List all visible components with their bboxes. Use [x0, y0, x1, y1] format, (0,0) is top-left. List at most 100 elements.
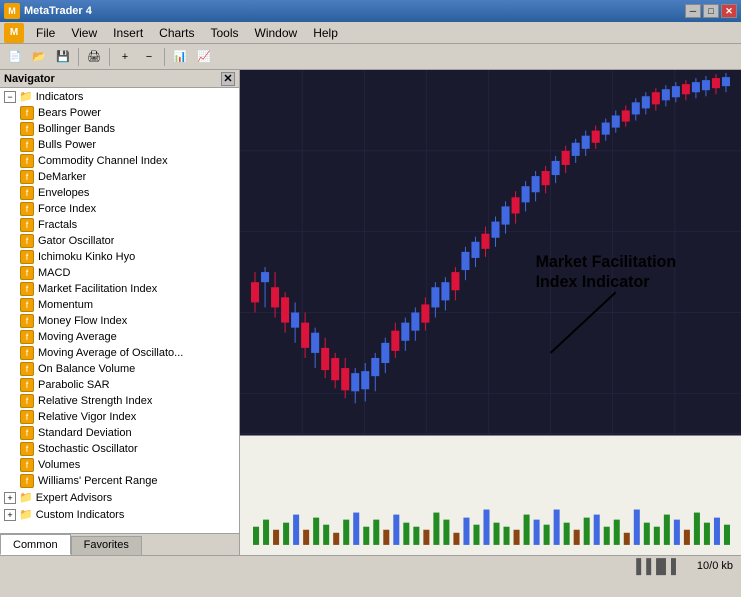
chart-svg: Market Facilitation Index Indicator — [240, 70, 741, 555]
app-logo: M — [4, 23, 24, 43]
nav-item-wpr[interactable]: f Williams' Percent Range — [0, 473, 239, 489]
nav-item-volumes[interactable]: f Volumes — [0, 457, 239, 473]
item-label-sar: Parabolic SAR — [38, 379, 110, 391]
ci-expand-icon[interactable]: + — [4, 509, 16, 521]
toolbar-zoom-in[interactable]: + — [114, 46, 136, 68]
custom-indicators-header[interactable]: + 📁 Custom Indicators — [0, 506, 239, 523]
tab-common[interactable]: Common — [0, 534, 71, 555]
nav-item-ichimoku[interactable]: f Ichimoku Kinko Hyo — [0, 249, 239, 265]
item-label-force-index: Force Index — [38, 203, 96, 215]
item-label-rvi: Relative Vigor Index — [38, 411, 136, 423]
menu-tools[interactable]: Tools — [203, 24, 247, 42]
nav-item-obv[interactable]: f On Balance Volume — [0, 361, 239, 377]
nav-item-gator[interactable]: f Gator Oscillator — [0, 233, 239, 249]
indicator-icon: f — [20, 298, 34, 312]
nav-item-rvi[interactable]: f Relative Vigor Index — [0, 409, 239, 425]
ci-folder-icon: 📁 — [19, 508, 33, 521]
nav-item-maos[interactable]: f Moving Average of Oscillato... — [0, 345, 239, 361]
toolbar-chart-bar[interactable]: 📊 — [169, 46, 191, 68]
indicator-icon: f — [20, 154, 34, 168]
toolbar-line[interactable]: 📈 — [193, 46, 215, 68]
menu-insert[interactable]: Insert — [105, 24, 151, 42]
close-button[interactable]: ✕ — [721, 4, 737, 18]
svg-text:Market Facilitation: Market Facilitation — [536, 253, 677, 271]
item-label-momentum: Momentum — [38, 299, 93, 311]
title-controls: ─ □ ✕ — [685, 4, 737, 18]
ea-expand-icon[interactable]: + — [4, 492, 16, 504]
nav-item-bears-power[interactable]: f Bears Power — [0, 105, 239, 121]
toolbar-print[interactable]: 🖨 — [83, 46, 105, 68]
item-label-cci: Commodity Channel Index — [38, 155, 168, 167]
toolbar-separator-3 — [164, 48, 165, 66]
toolbar-separator-1 — [78, 48, 79, 66]
indicators-section: − 📁 Indicators f Bears Power f Bollinger… — [0, 88, 239, 489]
menu-help[interactable]: Help — [305, 24, 346, 42]
nav-item-mfi[interactable]: f Market Facilitation Index — [0, 281, 239, 297]
indicator-icon: f — [20, 282, 34, 296]
item-label-bollinger-bands: Bollinger Bands — [38, 123, 115, 135]
expert-advisors-header[interactable]: + 📁 Expert Advisors — [0, 489, 239, 506]
nav-item-sar[interactable]: f Parabolic SAR — [0, 377, 239, 393]
item-label-ma: Moving Average — [38, 331, 117, 343]
tab-common-label: Common — [13, 539, 58, 551]
item-label-gator: Gator Oscillator — [38, 235, 114, 247]
navigator-header: Navigator ✕ — [0, 70, 239, 88]
tab-favorites[interactable]: Favorites — [71, 536, 142, 555]
nav-tree: − 📁 Indicators f Bears Power f Bollinger… — [0, 88, 239, 533]
menu-view[interactable]: View — [63, 24, 105, 42]
indicator-icon: f — [20, 426, 34, 440]
item-label-maos: Moving Average of Oscillato... — [38, 347, 183, 359]
menu-window[interactable]: Window — [247, 24, 306, 42]
indicator-icon: f — [20, 186, 34, 200]
indicator-icon: f — [20, 122, 34, 136]
item-label-stochastic: Stochastic Oscillator — [38, 443, 138, 455]
nav-item-momentum[interactable]: f Momentum — [0, 297, 239, 313]
toolbar: 📄 📂 💾 🖨 + − 📊 📈 — [0, 44, 741, 70]
item-label-wpr: Williams' Percent Range — [38, 475, 157, 487]
item-label-money-flow: Money Flow Index — [38, 315, 127, 327]
maximize-button[interactable]: □ — [703, 4, 719, 18]
indicators-expand-icon[interactable]: − — [4, 91, 16, 103]
nav-item-stddev[interactable]: f Standard Deviation — [0, 425, 239, 441]
toolbar-zoom-out[interactable]: − — [138, 46, 160, 68]
nav-item-stochastic[interactable]: f Stochastic Oscillator — [0, 441, 239, 457]
nav-item-ma[interactable]: f Moving Average — [0, 329, 239, 345]
nav-item-envelopes[interactable]: f Envelopes — [0, 185, 239, 201]
nav-item-rsi[interactable]: f Relative Strength Index — [0, 393, 239, 409]
item-label-volumes: Volumes — [38, 459, 80, 471]
menu-file[interactable]: File — [28, 24, 63, 42]
indicator-icon: f — [20, 218, 34, 232]
toolbar-open[interactable]: 📂 — [28, 46, 50, 68]
svg-text:Index Indicator: Index Indicator — [536, 273, 651, 291]
item-label-obv: On Balance Volume — [38, 363, 135, 375]
navigator-close-button[interactable]: ✕ — [221, 72, 235, 86]
nav-item-money-flow[interactable]: f Money Flow Index — [0, 313, 239, 329]
indicator-icon: f — [20, 362, 34, 376]
indicator-icon: f — [20, 234, 34, 248]
status-connection-icon: ▐▐▐▌▌ — [631, 558, 681, 574]
indicator-icon: f — [20, 266, 34, 280]
indicator-icon: f — [20, 394, 34, 408]
menu-charts[interactable]: Charts — [151, 24, 202, 42]
minimize-button[interactable]: ─ — [685, 4, 701, 18]
indicators-section-header[interactable]: − 📁 Indicators — [0, 88, 239, 105]
nav-item-cci[interactable]: f Commodity Channel Index — [0, 153, 239, 169]
nav-item-bulls-power[interactable]: f Bulls Power — [0, 137, 239, 153]
window-title: MetaTrader 4 — [24, 5, 92, 17]
item-label-demarker: DeMarker — [38, 171, 86, 183]
menu-bar: M File View Insert Charts Tools Window H… — [0, 22, 741, 44]
toolbar-new[interactable]: 📄 — [4, 46, 26, 68]
status-bar: ▐▐▐▌▌ 10/0 kb — [0, 555, 741, 575]
indicator-icon: f — [20, 314, 34, 328]
indicator-icon: f — [20, 346, 34, 360]
main-layout: Navigator ✕ − 📁 Indicators f Bears Power — [0, 70, 741, 555]
indicators-folder-icon: 📁 — [19, 90, 33, 103]
nav-item-demarker[interactable]: f DeMarker — [0, 169, 239, 185]
nav-item-fractals[interactable]: f Fractals — [0, 217, 239, 233]
nav-item-force-index[interactable]: f Force Index — [0, 201, 239, 217]
nav-item-macd[interactable]: f MACD — [0, 265, 239, 281]
toolbar-save[interactable]: 💾 — [52, 46, 74, 68]
status-right: ▐▐▐▌▌ 10/0 kb — [631, 558, 733, 574]
item-label-envelopes: Envelopes — [38, 187, 89, 199]
nav-item-bollinger-bands[interactable]: f Bollinger Bands — [0, 121, 239, 137]
